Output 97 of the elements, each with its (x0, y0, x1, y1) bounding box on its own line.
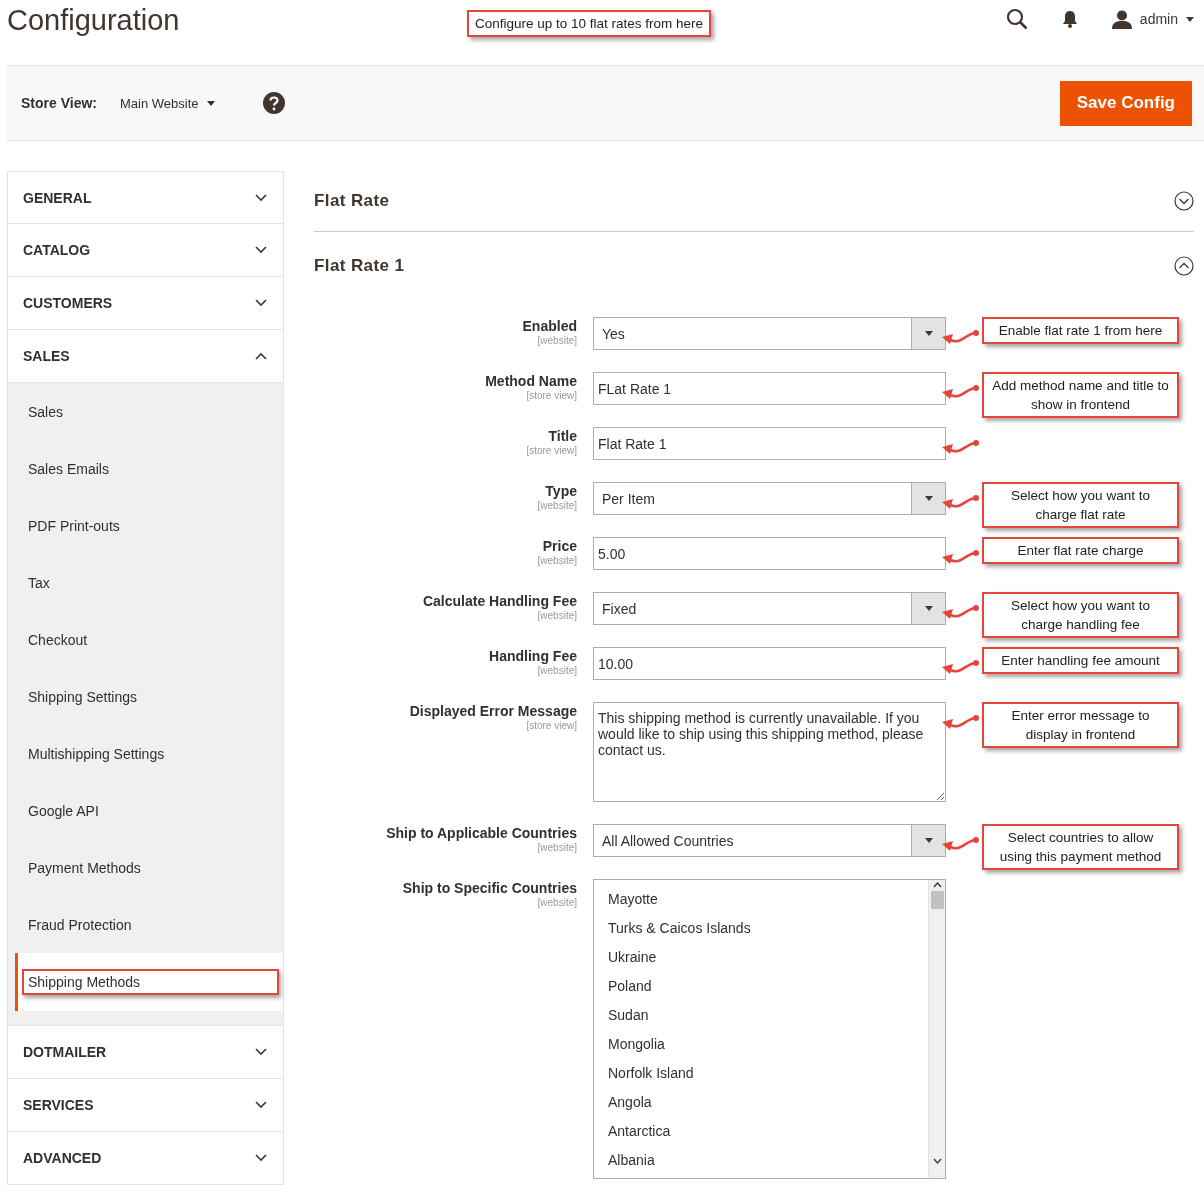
annotation-callout: Enter error message to display in frontend (982, 702, 1179, 748)
sidebar-section[interactable]: CUSTOMERS (7, 277, 284, 330)
caret-icon (206, 100, 215, 106)
sidebar-item[interactable]: Shipping Methods (15, 953, 283, 1011)
caret-icon (932, 1158, 942, 1164)
field-label: Displayed Error Message (408, 703, 577, 719)
country-option[interactable]: Turks & Caicos Islands (608, 913, 914, 942)
input-field[interactable]: 10.00 (593, 647, 946, 680)
sidebar-item[interactable]: PDF Print-outs (8, 497, 283, 554)
sidebar-item[interactable]: Sales (8, 383, 283, 440)
field-label: Title (547, 428, 577, 444)
chevron-icon (255, 1101, 267, 1109)
country-option[interactable]: Mayotte (608, 884, 914, 913)
scope-label: [store view] (525, 390, 577, 401)
scope-label: [store view] (525, 720, 577, 731)
sidebar-item[interactable]: Sales Emails (8, 440, 283, 497)
caret-icon (924, 838, 933, 843)
field-label: Method Name (484, 373, 577, 389)
country-option[interactable]: Albania (608, 1145, 914, 1174)
sidebar-section[interactable]: SALES (7, 330, 284, 383)
sidebar-item[interactable]: Google API (8, 782, 283, 839)
save-config-button[interactable]: Save Config (1059, 80, 1192, 126)
help-icon[interactable] (263, 92, 285, 114)
sidebar-item[interactable]: Payment Methods (8, 839, 283, 896)
caret-icon (924, 606, 933, 611)
sidebar-section[interactable]: GENERAL (7, 171, 284, 224)
sidebar-item[interactable]: Tax (8, 554, 283, 611)
search-icon[interactable] (1005, 8, 1028, 30)
caret-icon (924, 331, 933, 336)
input-field[interactable]: 5.00 (593, 537, 946, 570)
group-header[interactable]: Flat Rate (314, 171, 1194, 232)
multiselect-field[interactable]: Mayotte Turks & Caicos Islands Ukraine Poland Sudan Mongolia Norfolk Island Angola Antarctica Albania (593, 879, 946, 1179)
scope-label: [website] (536, 665, 577, 676)
scrollbar[interactable] (928, 880, 945, 1178)
select-field[interactable]: Fixed (593, 592, 946, 625)
country-option[interactable]: Mongolia (608, 1029, 914, 1058)
chevron-icon (255, 299, 267, 307)
field-label: Handling Fee (488, 648, 577, 664)
annotation-callout: Enter handling fee amount (982, 647, 1179, 674)
field-label: Price (541, 538, 577, 554)
user-menu[interactable]: admin (1111, 9, 1194, 29)
sidebar-section[interactable]: DOTMAILER (7, 1026, 284, 1079)
sidebar-section[interactable]: SERVICES (7, 1079, 284, 1132)
scrollbar-thumb[interactable] (930, 891, 944, 909)
caret-icon (924, 496, 933, 501)
country-option[interactable]: Antarctica (608, 1116, 914, 1145)
select-field[interactable]: Per Item (593, 482, 946, 515)
country-option[interactable]: Norfolk Island (608, 1058, 914, 1087)
annotation-callout: Select how you want to charge handling fee (982, 592, 1179, 638)
sidebar-item[interactable]: Shipping Settings (8, 668, 283, 725)
scope-label: [website] (536, 610, 577, 621)
chevron-icon (255, 1154, 267, 1162)
country-option[interactable]: Sudan (608, 1000, 914, 1029)
caret-icon (1186, 16, 1194, 22)
scope-label: [website] (536, 555, 577, 566)
chevron-icon (255, 193, 267, 202)
annotation-callout: Select how you want to charge flat rate (982, 482, 1179, 528)
field-label: Calculate Handling Fee (421, 593, 577, 609)
annotation-callout: Add method name and title to show in frontend (982, 372, 1179, 418)
field-label: Enabled (521, 318, 577, 334)
textarea-field[interactable]: This shipping method is currently unavailable. If you would like to ship using this shipping method, please contact us. (593, 702, 946, 802)
sidebar-section[interactable]: ADVANCED (7, 1132, 284, 1185)
page-title: Configuration (7, 4, 181, 37)
annotation-callout: Enable flat rate 1 from here (982, 317, 1179, 344)
sidebar-item[interactable]: Multishipping Settings (8, 725, 283, 782)
field-label: Ship to Specific Countries (401, 880, 577, 896)
chevron-icon (1174, 191, 1194, 211)
store-view-select[interactable]: Main Website (120, 95, 263, 111)
bell-icon[interactable] (1061, 10, 1078, 28)
select-field[interactable]: Yes (593, 317, 946, 350)
sidebar-item[interactable]: Checkout (8, 611, 283, 668)
annotation-callout: Enter flat rate charge (982, 537, 1179, 564)
select-field[interactable]: All Allowed Countries (593, 824, 946, 857)
scope-label: [website] (536, 897, 577, 908)
chevron-icon (1174, 255, 1194, 276)
sidebar-item[interactable]: Fraud Protection (8, 896, 283, 953)
caret-icon (932, 882, 942, 888)
input-field[interactable]: FLat Rate 1 (593, 372, 946, 405)
store-view-label: Store View: (21, 95, 98, 111)
scope-label: [website] (536, 500, 577, 511)
group-header[interactable]: Flat Rate 1 (314, 232, 1194, 299)
user-icon (1111, 9, 1132, 29)
field-label: Ship to Applicable Countries (385, 825, 577, 841)
country-option[interactable]: Poland (608, 971, 914, 1000)
input-field[interactable]: Flat Rate 1 (593, 427, 946, 460)
chevron-icon (255, 352, 267, 360)
country-option[interactable]: Ukraine (608, 942, 914, 971)
scope-label: [store view] (525, 445, 577, 456)
field-label: Type (544, 483, 577, 499)
chevron-icon (255, 246, 267, 254)
chevron-icon (255, 1048, 267, 1056)
sidebar-section[interactable]: CATALOG (7, 224, 284, 277)
country-option[interactable]: Angola (608, 1087, 914, 1116)
scope-label: [website] (536, 335, 577, 346)
scope-label: [website] (536, 842, 577, 853)
annotation-callout: Configure up to 10 flat rates from here (467, 10, 712, 37)
annotation-callout: Select countries to allow using this payment method (982, 824, 1179, 870)
